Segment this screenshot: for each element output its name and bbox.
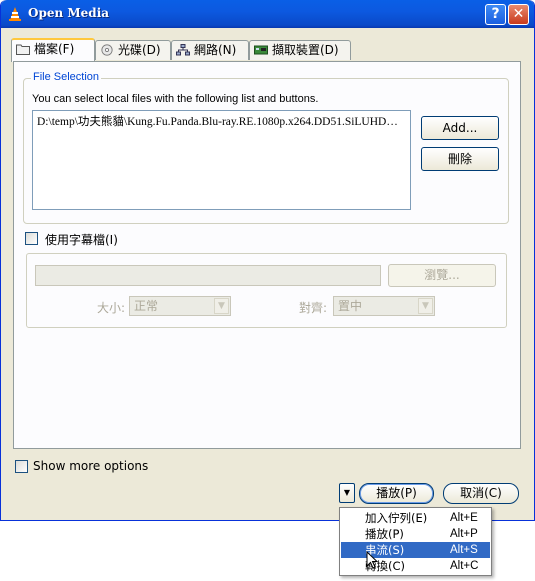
align-select-value: 置中	[338, 299, 363, 313]
menu-item-convert[interactable]: 轉換(C) Alt+C	[341, 558, 490, 574]
play-button[interactable]: 播放(P)	[359, 483, 434, 504]
help-button[interactable]: ?	[485, 4, 506, 25]
vlc-cone-icon	[9, 7, 21, 21]
menu-item-shortcut: Alt+E	[450, 512, 478, 524]
tab-disc[interactable]: 光碟(D)	[95, 40, 171, 60]
menu-item-shortcut: Alt+C	[450, 560, 479, 572]
use-subtitle-label: 使用字幕檔(I)	[45, 233, 118, 247]
menu-item-shortcut: Alt+P	[450, 528, 478, 540]
size-select-value: 正常	[134, 299, 159, 313]
disc-icon	[101, 44, 113, 56]
tab-file-label: 檔案(F)	[34, 42, 75, 56]
show-more-options-label: Show more options	[33, 459, 149, 473]
browse-button[interactable]: 瀏覽...	[388, 264, 496, 287]
file-selection-legend: File Selection	[31, 71, 102, 83]
mouse-pointer-icon	[366, 551, 378, 569]
close-button[interactable]: ✕	[508, 4, 529, 25]
network-icon	[176, 44, 190, 56]
menu-item-label: 播放(P)	[365, 527, 404, 541]
size-label: 大小:	[97, 301, 126, 315]
remove-button[interactable]: 刪除	[421, 147, 499, 171]
use-subtitle-checkbox[interactable]	[25, 232, 38, 245]
list-item[interactable]: D:\temp\功夫熊貓\Kung.Fu.Panda.Blu-ray.RE.10…	[37, 113, 407, 129]
tab-file[interactable]: 檔案(F)	[11, 38, 95, 62]
chevron-down-icon: ▼	[343, 488, 351, 497]
size-select[interactable]: 正常 ▼	[129, 296, 231, 316]
menu-item-label: 加入佇列(E)	[365, 511, 428, 525]
tab-capture-label: 擷取裝置(D)	[272, 43, 339, 57]
capture-card-icon	[254, 45, 268, 55]
align-select[interactable]: 置中 ▼	[333, 296, 435, 316]
chevron-down-icon: ▼	[418, 298, 433, 314]
tab-network-label: 網路(N)	[194, 43, 237, 57]
subtitle-file-input[interactable]	[35, 265, 381, 286]
cancel-button[interactable]: 取消(C)	[443, 483, 519, 504]
menu-item-shortcut: Alt+S	[450, 544, 478, 556]
tab-capture-device[interactable]: 擷取裝置(D)	[249, 40, 351, 60]
show-more-options-checkbox[interactable]	[15, 460, 28, 473]
window-title: Open Media	[28, 6, 110, 20]
file-list[interactable]: D:\temp\功夫熊貓\Kung.Fu.Panda.Blu-ray.RE.10…	[32, 110, 411, 210]
add-button[interactable]: Add...	[421, 116, 499, 140]
menu-item-enqueue[interactable]: 加入佇列(E) Alt+E	[341, 510, 490, 526]
tab-network[interactable]: 網路(N)	[171, 40, 249, 60]
open-media-dialog: Open Media ? ✕ 檔案(F) 光碟(D) 網路(N) 擷取裝置(D)…	[0, 0, 535, 521]
play-options-menu: 加入佇列(E) Alt+E 播放(P) Alt+P 串流(S) Alt+S 轉換…	[339, 507, 492, 576]
play-options-dropdown-button[interactable]: ▼	[339, 483, 355, 503]
align-label: 對齊:	[299, 301, 328, 315]
menu-item-play[interactable]: 播放(P) Alt+P	[341, 526, 490, 542]
file-selection-description: You can select local files with the foll…	[32, 93, 319, 105]
title-bar[interactable]: Open Media ? ✕	[1, 0, 534, 28]
menu-item-stream[interactable]: 串流(S) Alt+S	[341, 542, 490, 558]
tab-disc-label: 光碟(D)	[118, 43, 161, 57]
folder-icon	[16, 44, 30, 55]
chevron-down-icon: ▼	[214, 298, 229, 314]
subtitle-options-panel: 瀏覽... 大小: 正常 ▼ 對齊: 置中 ▼	[26, 253, 507, 328]
file-selection-group: File Selection You can select local file…	[23, 71, 509, 224]
